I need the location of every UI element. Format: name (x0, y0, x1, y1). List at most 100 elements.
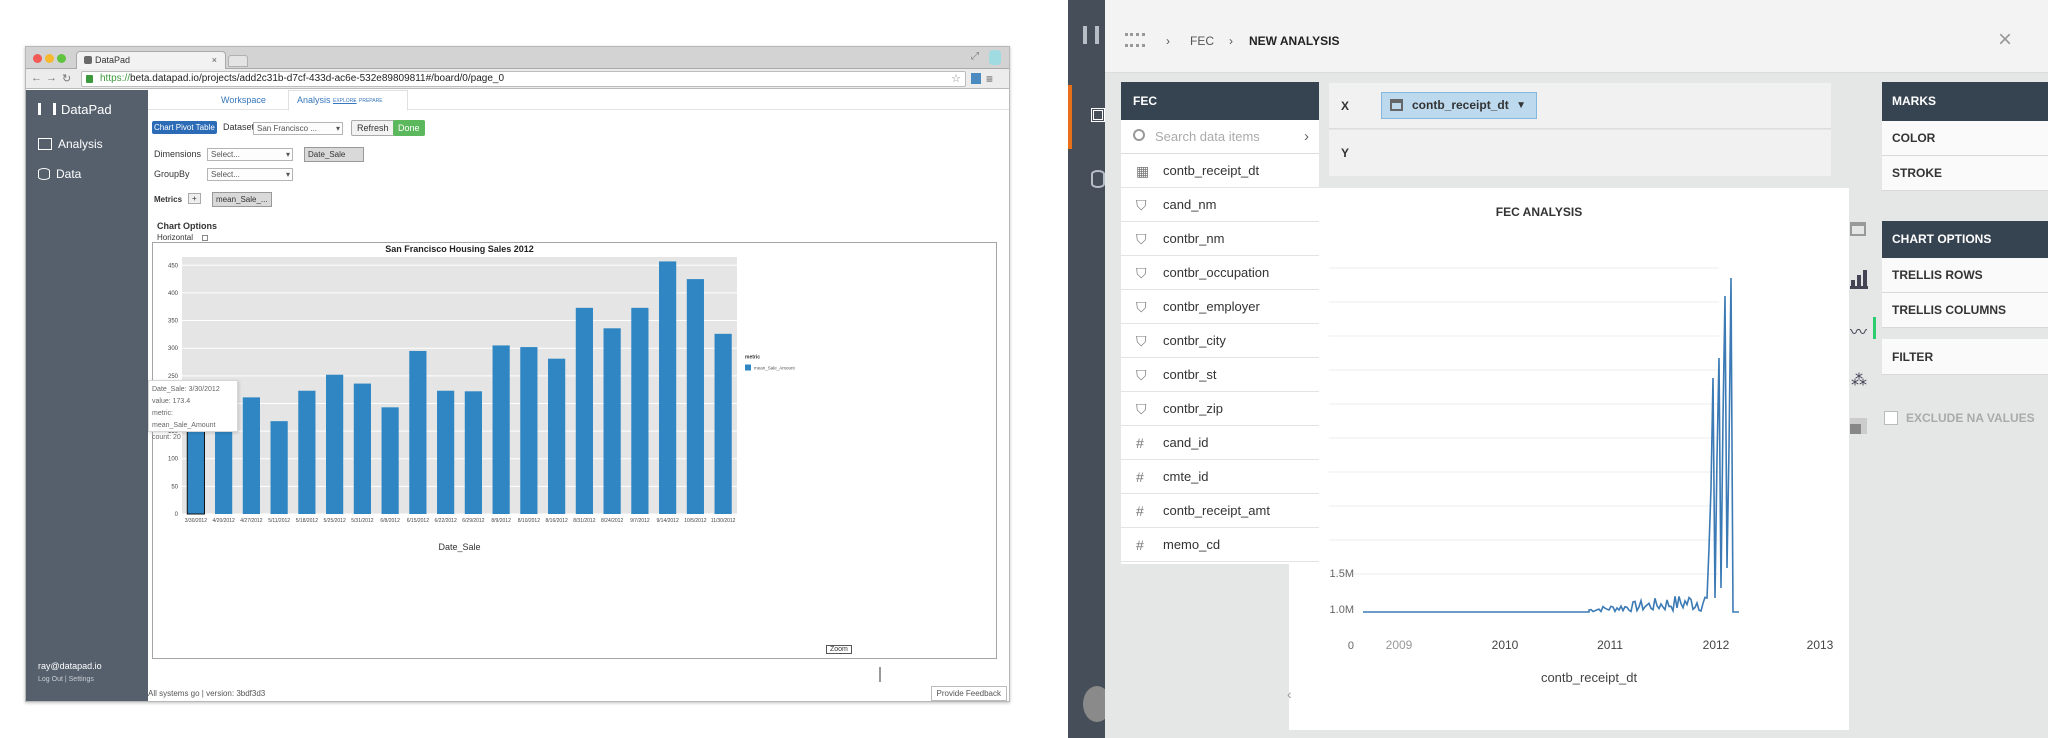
sidebar-item-data[interactable]: Data (38, 167, 81, 181)
stroke-shelf[interactable]: STROKE (1882, 156, 2048, 191)
line-chart-icon[interactable]: 〰 (1850, 318, 1867, 343)
bar-chart-icon[interactable] (1850, 270, 1868, 289)
field-item-label: cand_nm (1163, 197, 1217, 212)
forward-icon[interactable]: → (46, 72, 57, 84)
x-tick-label: 3/30/2012 (185, 518, 207, 524)
close-window-icon[interactable] (33, 54, 42, 63)
app-logo-icon[interactable] (1083, 26, 1099, 44)
exclude-na-checkbox[interactable] (1884, 411, 1898, 425)
bar (548, 358, 566, 514)
chart-options-header: CHART OPTIONS (1882, 221, 2048, 258)
x-tick-label: 10/5/2012 (684, 518, 706, 524)
metric-chip[interactable]: mean_Sale_... (212, 192, 272, 207)
browser-menu-icon[interactable]: ≡ (986, 72, 993, 86)
x-shelf[interactable]: X contb_receipt_dt ▼ (1329, 83, 1831, 129)
search-input[interactable]: Search data items (1121, 120, 1319, 154)
bar-chart: 0501001502002503003504004503/30/20124/20… (168, 244, 796, 552)
field-item-cand-id[interactable]: # cand_id (1121, 426, 1319, 460)
dropdown-caret-icon[interactable]: ▼ (1516, 93, 1526, 118)
field-item-contbr-nm[interactable]: ⛉ contbr_nm (1121, 222, 1319, 256)
hash-icon: # (1136, 469, 1144, 485)
scatter-chart-icon[interactable]: ⁂ (1851, 370, 1867, 390)
field-item-contbr-city[interactable]: ⛉ contbr_city (1121, 324, 1319, 358)
x-tick-label: 4/27/2012 (240, 518, 262, 524)
field-item-cmte-id[interactable]: # cmte_id (1121, 460, 1319, 494)
field-item-contbr-employer[interactable]: ⛉ contbr_employer (1121, 290, 1319, 324)
sidebar-item-label: Analysis (58, 137, 103, 151)
field-item-cand-nm[interactable]: ⛉ cand_nm (1121, 188, 1319, 222)
groupby-select[interactable]: Select... (207, 168, 293, 181)
tab-workspace[interactable]: Workspace (221, 95, 266, 105)
dimensions-label: Dimensions (154, 149, 202, 159)
x-field-pill[interactable]: contb_receipt_dt ▼ (1381, 92, 1537, 119)
table-chart-icon[interactable] (1850, 222, 1866, 236)
tab-close-icon[interactable]: × (212, 52, 217, 69)
horizontal-checkbox[interactable] (202, 235, 208, 241)
field-item-contb-receipt-dt[interactable]: ▦ contb_receipt_dt (1121, 154, 1319, 188)
field-item-contbr-st[interactable]: ⛉ contbr_st (1121, 358, 1319, 392)
user-email: ray@datapad.io (38, 661, 102, 671)
collapse-panel-icon[interactable]: ‹ (1287, 686, 1292, 702)
active-indicator (1068, 85, 1072, 149)
bookmark-star-icon[interactable]: ☆ (951, 72, 961, 86)
breadcrumb-root[interactable]: FEC (1190, 34, 1214, 48)
database-nav-icon[interactable] (1091, 170, 1105, 188)
y-shelf[interactable]: Y (1329, 130, 1831, 176)
filter-shelf[interactable]: FILTER (1882, 339, 2048, 375)
zoom-button[interactable]: Zoom (826, 645, 852, 654)
logout-link[interactable]: Log Out (38, 676, 63, 683)
database-icon (38, 168, 50, 180)
feedback-button[interactable]: Provide Feedback (930, 686, 1007, 701)
datapad-logo[interactable]: DataPad (38, 102, 112, 117)
field-item-memo-cd[interactable]: # memo_cd (1121, 528, 1319, 562)
field-item-label: contbr_zip (1163, 401, 1223, 416)
new-tab-button[interactable] (228, 55, 248, 67)
heatmap-chart-icon[interactable] (1850, 418, 1867, 434)
apps-grid-icon[interactable] (1125, 33, 1145, 47)
field-item-label: contb_receipt_dt (1163, 163, 1260, 178)
bar (270, 421, 288, 514)
bar (603, 328, 621, 514)
close-icon[interactable]: × (1998, 26, 2012, 54)
x-tick-label: 5/11/2012 (268, 518, 290, 524)
field-item-contb-receipt-amt[interactable]: # contb_receipt_amt (1121, 494, 1319, 528)
y-tick-label: 1.0M (1330, 604, 1354, 616)
tab-analysis[interactable]: Analysis (297, 95, 331, 105)
color-shelf[interactable]: COLOR (1882, 121, 2048, 156)
status-text: All systems go | version: 3bdf3d3 (148, 689, 266, 698)
chart-title: San Francisco Housing Sales 2012 (385, 244, 534, 254)
sidebar-item-analysis[interactable]: Analysis (38, 137, 103, 151)
dataset-select[interactable]: San Francisco ... (253, 122, 343, 135)
refresh-button[interactable]: Refresh (351, 120, 395, 136)
chart-pivot-toggle[interactable]: Chart Pivot Table (152, 121, 217, 134)
field-item-label: memo_cd (1163, 537, 1221, 552)
add-metric-button[interactable]: + (188, 193, 201, 204)
minimize-window-icon[interactable] (45, 54, 54, 63)
url-input[interactable]: https://beta.datapad.io/projects/add2c31… (81, 71, 966, 87)
prepare-link[interactable]: PREPARE (359, 98, 383, 104)
maximize-window-icon[interactable] (57, 54, 66, 63)
trellis-columns-shelf[interactable]: TRELLIS COLUMNS (1882, 293, 2048, 328)
board-tabs: Workspace Analysis EXPLORE › PREPARE (148, 90, 1009, 111)
bar (575, 307, 593, 514)
grid-nav-icon[interactable] (1091, 108, 1105, 122)
field-item-contbr-zip[interactable]: ⛉ contbr_zip (1121, 392, 1319, 426)
back-icon[interactable]: ← (31, 72, 42, 84)
trellis-rows-shelf[interactable]: TRELLIS ROWS (1882, 258, 2048, 293)
search-chevron-icon[interactable]: › (1304, 128, 1309, 145)
dimensions-select[interactable]: Select... (207, 148, 293, 161)
settings-link[interactable]: Settings (69, 676, 94, 683)
y-tick-label: 0 (1348, 640, 1354, 652)
field-item-contbr-occupation[interactable]: ⛉ contbr_occupation (1121, 256, 1319, 290)
reload-icon[interactable]: ↻ (62, 72, 71, 85)
dimension-chip[interactable]: Date_Sale (304, 147, 364, 162)
tooltip-line: count: 20 (152, 434, 181, 441)
marks-panel: MARKS COLOR STROKE CHART OPTIONS TRELLIS… (1882, 82, 2048, 428)
profile-icon[interactable] (989, 50, 1001, 65)
x-tick-label: 11/30/2012 (711, 518, 736, 524)
browser-tab[interactable]: DataPad × (76, 51, 226, 69)
done-button[interactable]: Done (393, 120, 425, 136)
x-tick-label: 2010 (1492, 638, 1519, 652)
fullscreen-icon[interactable]: ⤢ (971, 51, 979, 62)
extension-icon[interactable] (971, 73, 981, 84)
